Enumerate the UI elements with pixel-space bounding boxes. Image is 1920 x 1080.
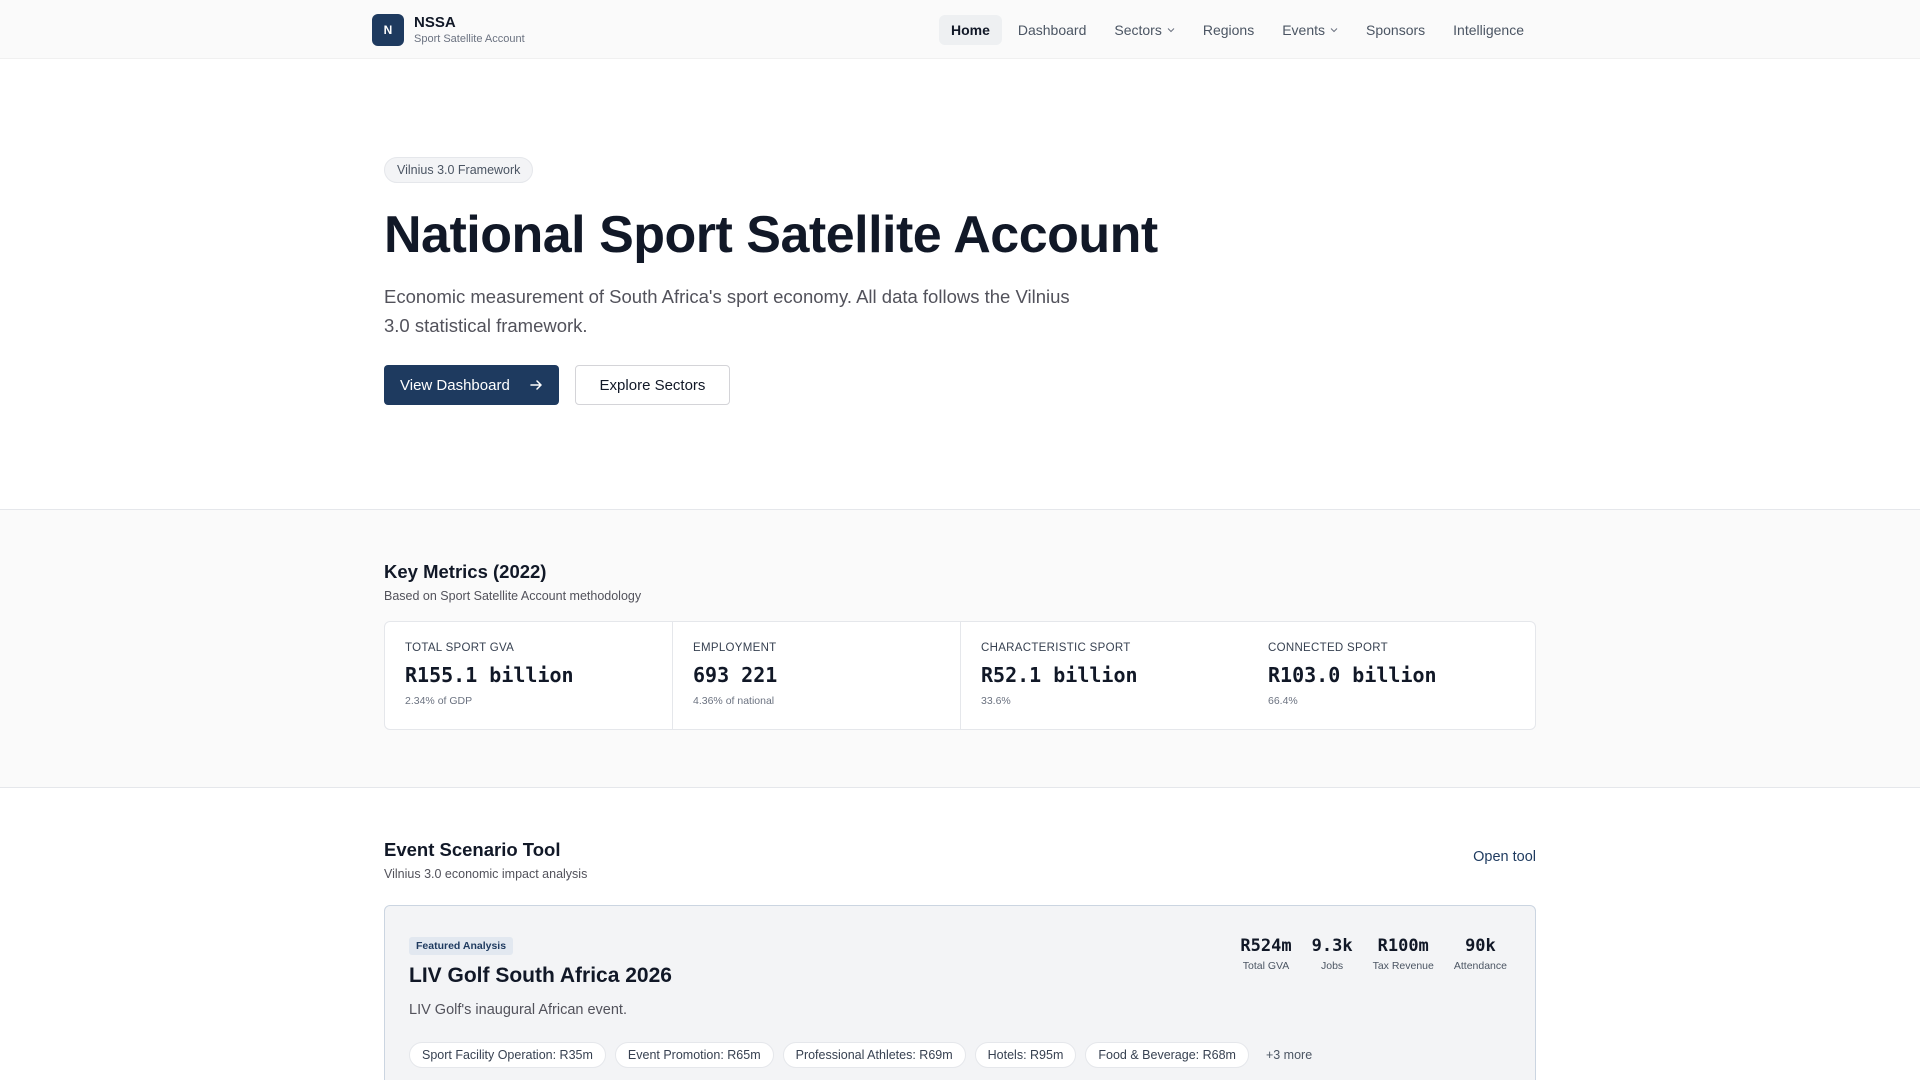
open-tool-link[interactable]: Open tool (1473, 849, 1536, 865)
explore-sectors-button[interactable]: Explore Sectors (575, 365, 730, 405)
main-nav: Home Dashboard Sectors Regions Events Sp… (938, 14, 1536, 45)
nav-dashboard[interactable]: Dashboard (1006, 15, 1099, 45)
sector-tag: Professional Athletes: R69m (782, 1042, 966, 1068)
nav-events[interactable]: Events (1270, 15, 1350, 45)
nav-sponsors-label: Sponsors (1366, 21, 1426, 38)
stat-value: 90k (1465, 936, 1496, 956)
nav-dashboard-label: Dashboard (1017, 21, 1087, 38)
stat-label: Attendance (1453, 960, 1507, 972)
stat-label: Total GVA (1242, 960, 1290, 972)
event-stats: R524m Total GVA 9.3k Jobs R100m Tax Reve… (1240, 936, 1507, 972)
hero-description: Economic measurement of South Africa's s… (384, 286, 1070, 336)
metric-value: R52.1 billion (981, 663, 1138, 687)
nav-intelligence-label: Intelligence (1453, 21, 1524, 38)
brand[interactable]: N NSSA Sport Satellite Account (372, 13, 525, 46)
nav-home-label: Home (950, 21, 990, 38)
featured-badge: Featured Analysis (409, 937, 514, 955)
nav-regions-label: Regions (1202, 21, 1255, 38)
metric-label: TOTAL SPORT GVA (405, 642, 515, 654)
nav-intelligence[interactable]: Intelligence (1441, 15, 1536, 45)
events-subtitle: Vilnius 3.0 economic impact analysis (384, 867, 588, 881)
metric-note: 66.4% (1268, 695, 1298, 707)
sector-tag: Food & Beverage: R68m (1085, 1042, 1249, 1068)
metrics-card: TOTAL SPORT GVA R155.1 billion 2.34% of … (384, 621, 1536, 730)
key-metrics-section: Key Metrics (2022) Based on Sport Satell… (0, 510, 1920, 788)
metric-total-gva: TOTAL SPORT GVA R155.1 billion 2.34% of … (385, 622, 673, 729)
sector-tags: Sport Facility Operation: R35m Event Pro… (409, 1042, 1511, 1068)
metric-value: R103.0 billion (1268, 663, 1437, 687)
stat-jobs: 9.3k Jobs (1312, 936, 1353, 972)
brand-subtitle: Sport Satellite Account (414, 32, 525, 45)
brand-name: NSSA (414, 13, 456, 31)
metrics-subtitle: Based on Sport Satellite Account methodo… (384, 589, 642, 603)
arrow-right-icon (530, 380, 542, 390)
metric-employment: EMPLOYMENT 693 221 4.36% of national (673, 622, 961, 729)
sector-tag: Hotels: R95m (974, 1042, 1077, 1068)
stat-tax-revenue: R100m Tax Revenue (1373, 936, 1434, 972)
metric-note: 2.34% of GDP (405, 695, 473, 707)
metric-note: 4.36% of national (693, 695, 775, 707)
metric-label: CONNECTED SPORT (1268, 642, 1388, 654)
event-description: LIV Golf's inaugural African event. (409, 1002, 627, 1018)
events-title: Event Scenario Tool (384, 839, 561, 860)
page-title: National Sport Satellite Account (384, 206, 1158, 264)
stat-label: Jobs (1320, 960, 1344, 972)
stat-value: R524m (1240, 936, 1292, 956)
sector-tag: Sport Facility Operation: R35m (409, 1042, 606, 1068)
metric-value: R155.1 billion (405, 663, 574, 687)
metric-label: CHARACTERISTIC SPORT (981, 642, 1131, 654)
metric-value: 693 221 (693, 663, 778, 687)
nav-sectors[interactable]: Sectors (1102, 15, 1186, 45)
stat-value: R100m (1377, 936, 1429, 956)
stat-value: 9.3k (1311, 936, 1353, 956)
logo: N (372, 13, 404, 46)
nav-home[interactable]: Home (938, 14, 1002, 45)
featured-event-card[interactable]: Featured Analysis LIV Golf South Africa … (384, 905, 1536, 1080)
nav-sectors-label: Sectors (1114, 21, 1162, 38)
view-dashboard-label: View Dashboard (400, 376, 510, 394)
hero-section: Vilnius 3.0 Framework National Sport Sat… (0, 59, 1920, 510)
view-dashboard-button[interactable]: View Dashboard (384, 365, 559, 405)
nav-sponsors[interactable]: Sponsors (1354, 15, 1437, 45)
chevron-down-icon (1167, 27, 1175, 32)
framework-pill: Vilnius 3.0 Framework (384, 157, 534, 183)
more-tags-link[interactable]: +3 more (1258, 1043, 1320, 1067)
stat-total-gva: R524m Total GVA (1240, 936, 1291, 972)
nav-events-label: Events (1282, 21, 1326, 38)
metric-note: 33.6% (981, 695, 1011, 707)
nav-regions[interactable]: Regions (1191, 15, 1266, 45)
sector-tag: Event Promotion: R65m (614, 1042, 774, 1068)
metric-characteristic-sport: CHARACTERISTIC SPORT R52.1 billion 33.6% (961, 622, 1248, 729)
event-scenario-section: Event Scenario Tool Vilnius 3.0 economic… (0, 788, 1920, 1080)
metric-connected-sport: CONNECTED SPORT R103.0 billion 66.4% (1248, 622, 1535, 729)
metric-label: EMPLOYMENT (693, 642, 777, 654)
site-header: N NSSA Sport Satellite Account Home Dash… (0, 0, 1920, 59)
stat-attendance: 90k Attendance (1454, 936, 1507, 972)
stat-label: Tax Revenue (1372, 960, 1434, 972)
chevron-down-icon (1330, 27, 1338, 32)
metrics-title: Key Metrics (2022) (384, 561, 547, 582)
